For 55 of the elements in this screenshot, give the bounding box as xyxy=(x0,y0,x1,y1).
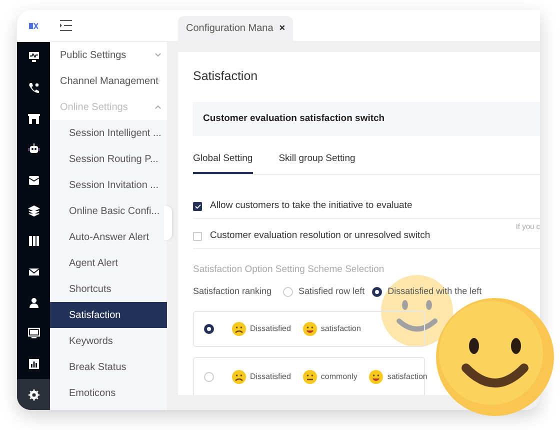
menu-item[interactable]: Satisfaction xyxy=(50,302,167,328)
tab[interactable]: Skill group Setting xyxy=(278,152,356,174)
store-icon[interactable] xyxy=(28,112,40,125)
scheme-option[interactable]: Dissatisfied satisfaction xyxy=(193,310,425,347)
rail-button[interactable] xyxy=(17,379,50,410)
tab[interactable]: Configuration Mana × xyxy=(178,16,294,41)
sad-face-icon xyxy=(232,322,246,336)
face-label: Dissatisfied xyxy=(250,370,291,383)
face-label: Dissatisfied xyxy=(250,322,291,335)
radio-option[interactable]: Dissatisfied with the left xyxy=(372,285,482,299)
radio-button[interactable] xyxy=(204,324,214,334)
menu-item[interactable]: Break Status xyxy=(50,354,167,380)
checkbox-label: Customer evaluation resolution or unresolved switch xyxy=(210,229,430,244)
menu-item[interactable]: Session Routing P... xyxy=(50,146,167,172)
collapse-handle[interactable] xyxy=(164,206,172,240)
envelope-icon[interactable] xyxy=(28,174,40,186)
section-label: Satisfaction Option Setting Scheme Selection xyxy=(193,263,386,277)
face-label: satisfaction xyxy=(320,322,361,335)
smiley-icon xyxy=(369,370,384,384)
radio-option[interactable]: Satisfied row left xyxy=(282,285,365,299)
bar-chart-icon[interactable] xyxy=(28,358,40,370)
menu-item[interactable]: Auto-Answer Alert xyxy=(50,224,167,250)
section-header: Customer evaluation satisfaction switch xyxy=(193,102,540,136)
checkbox[interactable] xyxy=(193,202,202,211)
neutral-face-icon xyxy=(302,370,317,384)
menu-item[interactable]: Emoticons xyxy=(50,380,167,406)
page-title: Satisfaction xyxy=(193,68,259,85)
scheme-option[interactable]: Dissatisfied commonly satisfaction xyxy=(193,356,425,395)
face-label: commonly xyxy=(320,370,358,383)
robot-icon[interactable] xyxy=(28,143,40,156)
tab[interactable]: Global Setting xyxy=(193,152,253,174)
menu-item[interactable]: Keywords xyxy=(50,328,167,354)
face-label: satisfaction xyxy=(387,370,428,383)
menu-item[interactable]: Session Intelligent ... xyxy=(50,120,167,146)
sad-face-icon xyxy=(232,370,246,384)
user-icon[interactable] xyxy=(28,296,40,309)
phone-icon[interactable] xyxy=(28,82,40,94)
monitor-icon[interactable] xyxy=(28,51,40,64)
menu-item[interactable]: Agent Alert xyxy=(50,250,167,276)
monitor-icon[interactable] xyxy=(28,327,40,340)
settings-icon[interactable] xyxy=(28,388,40,401)
field-label: Satisfaction ranking xyxy=(193,285,272,298)
envelope-icon[interactable] xyxy=(28,266,40,278)
menu-item[interactable]: Session Invitation ... xyxy=(50,172,167,198)
menu-icon[interactable] xyxy=(60,20,72,31)
menu-item[interactable]: Shortcuts xyxy=(50,276,167,302)
menu-group[interactable]: Channel Management xyxy=(50,68,167,94)
smiley-icon xyxy=(302,322,317,336)
menu-group[interactable]: Public Settings xyxy=(50,42,167,68)
layers-icon[interactable] xyxy=(28,204,40,217)
books-icon[interactable] xyxy=(28,235,40,248)
checkbox-label: Allow customers to take the initiative to evaluate xyxy=(210,199,412,214)
close-icon[interactable]: × xyxy=(279,21,286,36)
logo-icon xyxy=(29,22,38,28)
menu-item[interactable]: Online Basic Confi... xyxy=(50,198,167,224)
